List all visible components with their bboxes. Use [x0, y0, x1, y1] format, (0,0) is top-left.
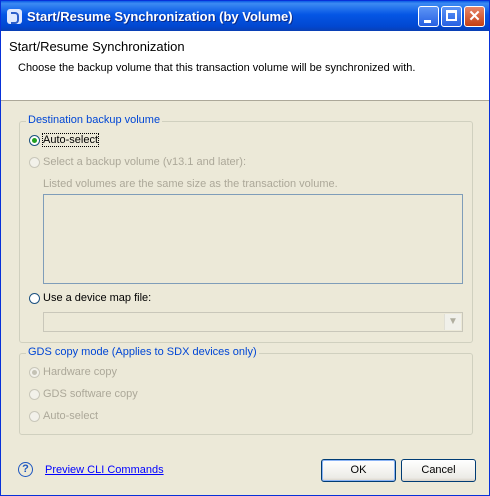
dialog-window: Start/Resume Synchronization (by Volume)…: [0, 0, 490, 496]
cancel-button[interactable]: Cancel: [401, 459, 476, 482]
gds-software-copy-radio[interactable]: [29, 389, 40, 400]
gds-auto-select-radio[interactable]: [29, 411, 40, 422]
radio-selected-dot: [32, 370, 37, 375]
device-map-radio[interactable]: [29, 293, 40, 304]
minimize-button[interactable]: [418, 6, 439, 27]
select-backup-label[interactable]: Select a backup volume (v13.1 and later)…: [43, 156, 246, 168]
close-button[interactable]: ✕: [464, 6, 485, 27]
app-icon: [7, 9, 22, 24]
select-backup-radio[interactable]: [29, 157, 40, 168]
device-map-combo[interactable]: ▼: [43, 312, 463, 332]
window-title: Start/Resume Synchronization (by Volume): [27, 9, 293, 24]
hardware-copy-radio[interactable]: [29, 367, 40, 378]
backup-volume-list[interactable]: [43, 194, 463, 284]
radio-selected-dot: [32, 138, 37, 143]
volume-list-note: Listed volumes are the same size as the …: [43, 178, 338, 190]
gds-legend: GDS copy mode (Applies to SDX devices on…: [26, 346, 259, 358]
chevron-down-icon[interactable]: ▼: [444, 314, 461, 330]
header-description: Choose the backup volume that this trans…: [18, 62, 416, 74]
ok-button[interactable]: OK: [321, 459, 396, 482]
hardware-copy-label[interactable]: Hardware copy: [43, 366, 117, 378]
maximize-button[interactable]: [441, 6, 462, 27]
help-icon[interactable]: ?: [18, 462, 33, 477]
auto-select-label[interactable]: Auto-select: [41, 133, 100, 147]
header-title: Start/Resume Synchronization: [9, 39, 185, 54]
auto-select-radio[interactable]: [29, 135, 40, 146]
maximize-icon: [446, 10, 457, 21]
close-icon: ✕: [468, 8, 481, 25]
preview-cli-link[interactable]: Preview CLI Commands: [45, 464, 164, 476]
title-bar[interactable]: Start/Resume Synchronization (by Volume)…: [1, 1, 489, 31]
device-map-label[interactable]: Use a device map file:: [43, 292, 151, 304]
dialog-header: Start/Resume Synchronization Choose the …: [1, 31, 489, 101]
minimize-icon: [424, 20, 431, 23]
destination-legend: Destination backup volume: [26, 114, 163, 126]
gds-auto-select-label[interactable]: Auto-select: [43, 410, 98, 422]
gds-software-copy-label[interactable]: GDS software copy: [43, 388, 138, 400]
